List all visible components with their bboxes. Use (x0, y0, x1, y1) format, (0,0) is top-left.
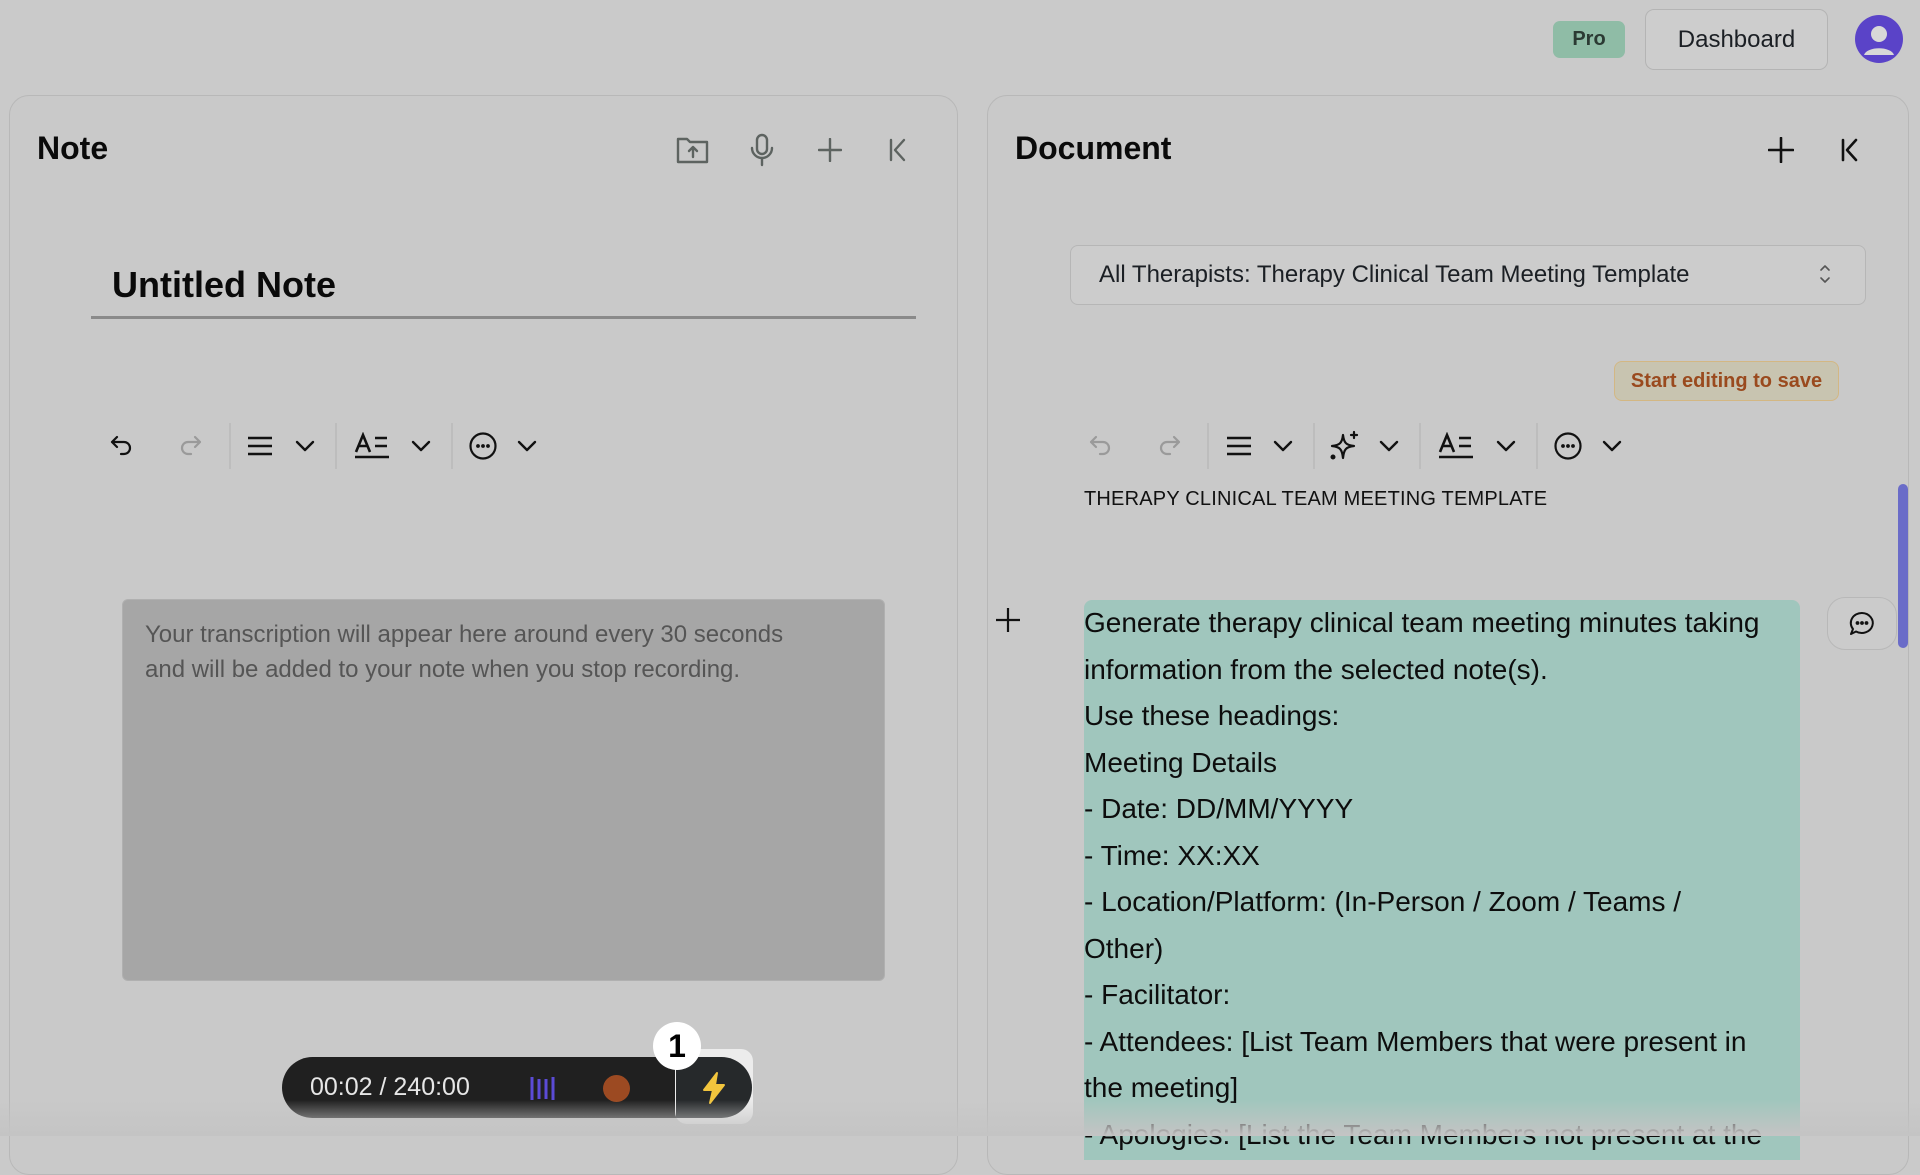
transcription-area[interactable]: Your transcription will appear here arou… (122, 599, 885, 981)
ai-chevron-down-icon[interactable] (1369, 426, 1409, 466)
template-select-value: All Therapists: Therapy Clinical Team Me… (1099, 261, 1690, 288)
document-body[interactable]: Generate therapy clinical team meeting m… (1084, 600, 1800, 1158)
comment-button[interactable] (1827, 597, 1897, 650)
document-line: - Apologies: [List the Team Members not … (1084, 1118, 1763, 1150)
chat-bubble-icon (1849, 611, 1874, 635)
toolbar-divider (1313, 423, 1315, 469)
document-line: - Date: DD/MM/YYYY (1084, 793, 1354, 824)
redo-button[interactable] (170, 426, 210, 466)
transcription-placeholder-line: and will be added to your note when you … (145, 656, 741, 683)
collapse-note-panel-button[interactable] (878, 130, 918, 170)
document-line: - Time: XX:XX (1084, 839, 1260, 871)
doc-more-chevron-down-icon[interactable] (1592, 426, 1632, 466)
text-style-button[interactable] (352, 426, 392, 466)
note-panel-title: Note (37, 130, 109, 166)
upload-folder-icon[interactable] (673, 130, 713, 170)
step-number-badge: 1 (653, 1022, 701, 1070)
add-document-button[interactable] (1761, 130, 1801, 170)
collapse-document-panel-button[interactable] (1830, 130, 1870, 170)
note-title-underline (91, 316, 916, 319)
toolbar-divider (335, 423, 337, 469)
add-note-button[interactable] (810, 130, 850, 170)
add-block-button[interactable] (990, 602, 1026, 638)
microphone-icon[interactable] (742, 130, 782, 170)
document-scrollbar[interactable] (1898, 484, 1908, 648)
undo-button[interactable] (102, 426, 142, 466)
doc-align-menu-button[interactable] (1219, 426, 1259, 466)
document-line: the meeting] (1084, 1072, 1239, 1103)
document-line: Meeting Details (1084, 746, 1277, 778)
document-line: - Location/Platform: (In-Person / Zoom /… (1084, 886, 1682, 917)
doc-text-style-button[interactable] (1436, 426, 1476, 466)
toolbar-divider (229, 423, 231, 469)
user-avatar-icon[interactable] (1855, 15, 1903, 63)
transcription-placeholder-line: Your transcription will appear here arou… (145, 621, 784, 648)
doc-undo-button[interactable] (1081, 426, 1121, 466)
toolbar-divider (1207, 423, 1209, 469)
text-style-chevron-down-icon[interactable] (401, 426, 441, 466)
document-panel-title: Document (1015, 130, 1172, 166)
document-line: Other) (1084, 932, 1164, 964)
dashboard-button[interactable]: Dashboard (1645, 9, 1828, 70)
document-line: - Attendees: [List Team Members that wer… (1084, 1025, 1747, 1057)
document-heading: THERAPY CLINICAL TEAM MEETING TEMPLATE (1084, 488, 1548, 510)
lightning-icon (703, 1071, 725, 1104)
align-menu-button[interactable] (240, 426, 280, 466)
document-line: - Facilitator: (1084, 979, 1231, 1010)
doc-align-chevron-down-icon[interactable] (1263, 426, 1303, 466)
record-button[interactable] (603, 1075, 630, 1102)
document-line: Generate therapy clinical team meeting m… (1084, 607, 1760, 638)
select-updown-icon (1819, 262, 1831, 286)
document-line: Use these headings: (1084, 700, 1340, 731)
align-chevron-down-icon[interactable] (285, 426, 325, 466)
more-options-button[interactable] (463, 426, 503, 466)
doc-text-style-chevron-down-icon[interactable] (1486, 426, 1526, 466)
doc-redo-button[interactable] (1149, 426, 1189, 466)
recording-timer: 00:02 / 240:00 (310, 1073, 470, 1101)
toolbar-divider (1536, 423, 1538, 469)
toolbar-divider (1419, 423, 1421, 469)
document-line: information from the selected note(s). (1084, 653, 1548, 685)
toolbar-divider (451, 423, 453, 469)
note-title-input[interactable]: Untitled Note (112, 264, 336, 306)
save-status-badge: Start editing to save (1614, 361, 1839, 401)
doc-more-options-button[interactable] (1548, 426, 1588, 466)
pro-plan-badge: Pro (1553, 21, 1625, 58)
more-chevron-down-icon[interactable] (507, 426, 547, 466)
ai-sparkle-button[interactable] (1325, 426, 1365, 466)
audio-waveform-icon (529, 1075, 557, 1102)
template-select[interactable]: All Therapists: Therapy Clinical Team Me… (1070, 245, 1866, 305)
